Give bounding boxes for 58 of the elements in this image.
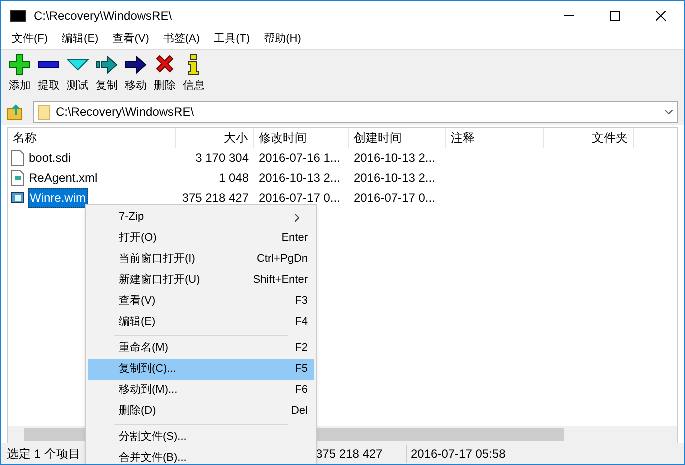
table-cell-text: 2016-10-13 2... <box>258 170 342 187</box>
close-icon <box>656 10 666 20</box>
table-cell-text: 2016-07-16 1... <box>258 150 342 167</box>
status-text: 2016-07-17 05:58 <box>406 444 506 462</box>
file-name[interactable]: Winre.wim <box>28 188 88 208</box>
address-field[interactable]: C:\Recovery\WindowsRE\ <box>33 101 678 123</box>
arrow-right-icon <box>96 54 118 76</box>
arrow-right-icon <box>125 54 147 76</box>
window-title: C:\Recovery\WindowsRE\ <box>34 8 172 24</box>
menu-item[interactable]: 文件(F) <box>5 31 56 48</box>
table-cell-text: 2016-10-13 2... <box>353 150 436 167</box>
table-cell-text: 1 048 <box>218 170 250 187</box>
status-text: 选定 1 个项目 <box>7 446 80 460</box>
column-header[interactable]: 注释 <box>446 128 544 148</box>
menu-item[interactable]: 打开(O) Enter <box>88 228 314 249</box>
menu-item[interactable]: 合并文件(B)... <box>88 448 314 464</box>
menu-item[interactable]: 7-Zip <box>88 207 314 228</box>
menu-item[interactable]: 复制到(C)... F5 <box>88 359 314 380</box>
menu-item[interactable]: 书签(A) <box>156 31 208 48</box>
minus-icon <box>38 61 60 70</box>
column-header[interactable]: 创建时间 <box>349 128 446 148</box>
menu-item[interactable]: 移动到(M)... F6 <box>88 380 314 401</box>
menu-item[interactable]: 查看(V) <box>106 31 156 48</box>
plus-icon <box>9 54 31 76</box>
table-cell-text: 2016-07-17 0... <box>353 190 436 207</box>
column-header[interactable]: 大小 <box>176 128 254 148</box>
menu-item[interactable]: 查看(V) F3 <box>88 291 314 312</box>
menu-item[interactable]: 分割文件(S)... <box>88 427 314 448</box>
file-icon <box>11 150 25 166</box>
toolbar-button[interactable]: 测试 <box>65 54 91 95</box>
menu-item[interactable]: 新建窗口打开(U) Shift+Enter <box>88 270 314 291</box>
column-header[interactable]: 名称 <box>8 128 176 148</box>
toolbar-button[interactable]: 添加 <box>7 54 33 95</box>
menu-item[interactable]: 编辑(E) <box>55 31 106 48</box>
column-header[interactable]: 文件夹 <box>544 128 634 148</box>
menu-item[interactable]: 工具(T) <box>207 31 258 48</box>
table-cell-text: 2016-10-13 2... <box>353 170 436 187</box>
toolbar-button[interactable]: 移动 <box>123 54 149 95</box>
disk-image-icon <box>11 190 25 206</box>
column-header[interactable]: 修改时间 <box>254 128 349 148</box>
app-logo-icon <box>10 10 26 22</box>
menu-item[interactable]: 编辑(E) F4 <box>88 312 314 333</box>
table-cell-text: 3 170 304 <box>194 150 250 167</box>
menu-item[interactable]: 删除(D) Del <box>88 401 314 422</box>
menu-item[interactable]: 当前窗口打开(I) Ctrl+PgDn <box>88 249 314 270</box>
table-cell-text: 2016-07-17 0... <box>258 190 342 207</box>
folder-icon <box>38 104 50 120</box>
toolbar-button[interactable]: 提取 <box>36 54 62 95</box>
file-name[interactable]: boot.sdi <box>28 149 72 167</box>
toolbar-button[interactable]: 信息 <box>181 54 207 95</box>
folder-up-icon[interactable] <box>7 103 25 121</box>
toolbar-button[interactable]: 复制 <box>94 54 120 95</box>
document-icon <box>11 170 25 186</box>
menu-item[interactable]: 重命名(M) F2 <box>88 338 314 359</box>
table-cell-text: 375 218 427 <box>181 190 250 207</box>
menu-item[interactable]: 帮助(H) <box>257 31 308 48</box>
file-name[interactable]: ReAgent.xml <box>28 169 99 187</box>
toolbar-button[interactable]: 删除 <box>152 54 178 95</box>
